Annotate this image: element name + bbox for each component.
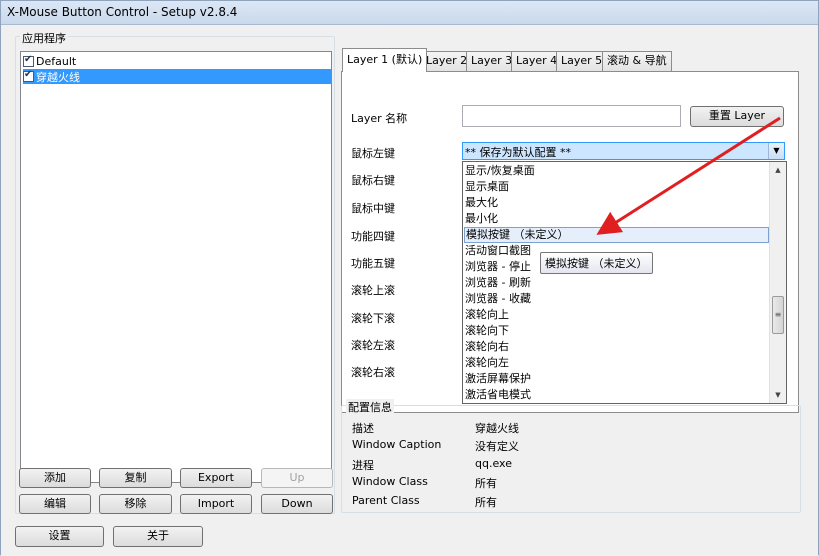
tab-layer-3[interactable]: Layer 3 — [466, 51, 518, 71]
about-button[interactable]: 关于 — [113, 526, 203, 547]
config-info-group-label: 配置信息 — [346, 399, 394, 415]
row-label-button-4: 功能四键 — [351, 230, 395, 243]
list-item-default[interactable]: Default — [23, 54, 331, 69]
dropdown-option[interactable]: 滚轮向右 — [464, 339, 769, 355]
app-window: X-Mouse Button Control - Setup v2.8.4 应用… — [0, 0, 819, 556]
list-item-crossfire[interactable]: 穿越火线 — [23, 69, 331, 84]
info-key-process: 进程 — [352, 459, 374, 472]
tab-layer-5[interactable]: Layer 5 — [556, 51, 608, 71]
info-value-description: 穿越火线 — [475, 422, 519, 435]
checkbox-icon[interactable] — [23, 54, 34, 67]
edit-button[interactable]: 编辑 — [19, 494, 91, 514]
row-label-wheel-right: 滚轮右滚 — [351, 366, 395, 379]
applications-group-label: 应用程序 — [20, 30, 68, 46]
red-arrow-icon — [596, 116, 781, 235]
dropdown-option[interactable]: 滚轮向上 — [464, 307, 769, 323]
tab-layer-1[interactable]: Layer 1 (默认) — [342, 48, 428, 72]
down-button[interactable]: Down — [261, 494, 333, 514]
import-button[interactable]: Import — [180, 494, 252, 514]
layer-panel: Layer 名称 重置 Layer 鼠标左键 鼠标右键 鼠标中键 功能四键 功能… — [341, 71, 799, 413]
layer-name-label: Layer 名称 — [351, 112, 408, 125]
left-button-action-value: ** 保存为默认配置 ** — [465, 146, 571, 159]
row-label-wheel-up: 滚轮上滚 — [351, 284, 395, 297]
copy-button[interactable]: 复制 — [99, 468, 172, 488]
dropdown-option[interactable]: 浏览器 - 刷新 — [464, 275, 769, 291]
list-item-label: Default — [36, 55, 77, 68]
export-button[interactable]: Export — [180, 468, 252, 488]
info-key-description: 描述 — [352, 422, 374, 435]
dropdown-option[interactable]: 滚轮向左 — [464, 355, 769, 371]
dropdown-option[interactable]: 激活省电模式 — [464, 387, 769, 403]
title-bar[interactable]: X-Mouse Button Control - Setup v2.8.4 — [1, 1, 818, 25]
window-title: X-Mouse Button Control - Setup v2.8.4 — [7, 5, 238, 19]
scrollbar-thumb[interactable]: ≡ — [772, 296, 784, 334]
info-key-window-caption: Window Caption — [352, 438, 442, 451]
info-key-parent-class: Parent Class — [352, 494, 420, 507]
info-key-window-class: Window Class — [352, 475, 428, 488]
dropdown-option[interactable]: 滚轮向下 — [464, 323, 769, 339]
dropdown-option[interactable]: 激活屏幕保护 — [464, 371, 769, 387]
row-label-left-button: 鼠标左键 — [351, 147, 395, 160]
tab-layer-2[interactable]: Layer 2 — [421, 51, 473, 71]
tab-scroll-navigation[interactable]: 滚动 & 导航 — [602, 51, 672, 71]
row-label-middle-button: 鼠标中键 — [351, 202, 395, 215]
client-area: 应用程序 Default 穿越火线 添加 复制 Export Up 编辑 移除 … — [1, 25, 818, 556]
option-tooltip: 模拟按键 （未定义） — [540, 252, 653, 274]
row-label-button-5: 功能五键 — [351, 257, 395, 270]
applications-list[interactable]: Default 穿越火线 — [20, 51, 332, 483]
info-value-window-class: 所有 — [475, 477, 497, 490]
row-label-wheel-left: 滚轮左滚 — [351, 339, 395, 352]
add-button[interactable]: 添加 — [19, 468, 91, 488]
list-item-label: 穿越火线 — [36, 70, 80, 84]
info-value-window-caption: 没有定义 — [475, 440, 519, 453]
row-label-right-button: 鼠标右键 — [351, 174, 395, 187]
up-button[interactable]: Up — [261, 468, 333, 488]
scroll-down-icon[interactable]: ▼ — [770, 387, 786, 403]
info-value-parent-class: 所有 — [475, 496, 497, 509]
info-value-process: qq.exe — [475, 457, 512, 470]
checkbox-icon[interactable] — [23, 69, 34, 82]
remove-button[interactable]: 移除 — [99, 494, 172, 514]
row-label-wheel-down: 滚轮下滚 — [351, 312, 395, 325]
settings-button[interactable]: 设置 — [15, 526, 104, 547]
dropdown-option[interactable]: 浏览器 - 收藏 — [464, 291, 769, 307]
tab-layer-4[interactable]: Layer 4 — [511, 51, 563, 71]
